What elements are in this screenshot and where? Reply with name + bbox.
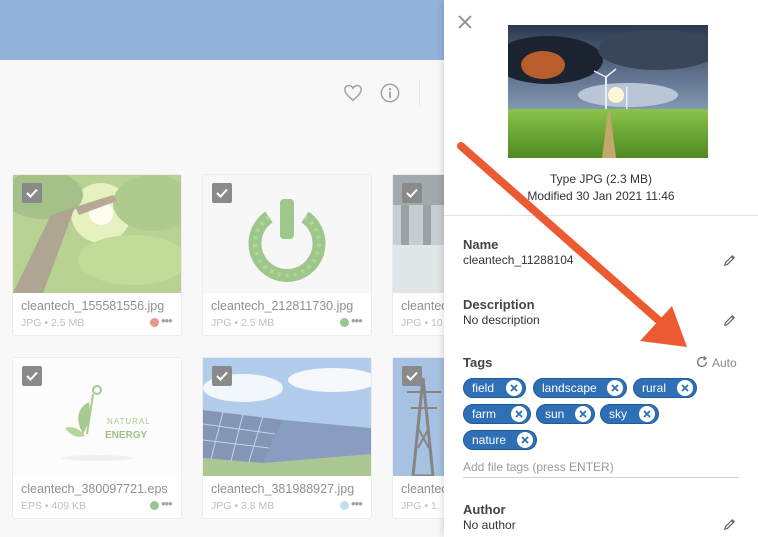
remove-tag-icon[interactable] <box>506 380 522 396</box>
remove-tag-icon[interactable] <box>639 406 655 422</box>
tag-label: sky <box>609 407 627 421</box>
name-value: cleantech_11288104 <box>463 253 574 267</box>
tag-chip: sun <box>536 404 595 424</box>
tag-label: rural <box>642 381 667 395</box>
remove-tag-icon[interactable] <box>677 380 693 396</box>
auto-label: Auto <box>712 356 737 370</box>
remove-tag-icon[interactable] <box>607 380 623 396</box>
section-divider <box>444 215 758 216</box>
remove-tag-icon[interactable] <box>511 406 527 422</box>
tag-chip: rural <box>633 378 697 398</box>
tag-label: field <box>472 381 495 395</box>
remove-tag-icon[interactable] <box>575 406 591 422</box>
author-label: Author <box>463 502 506 517</box>
tag-label: sun <box>545 407 565 421</box>
close-icon[interactable] <box>455 12 475 32</box>
tag-label: landscape <box>542 381 597 395</box>
tag-label: nature <box>472 433 507 447</box>
edit-author-pencil-icon[interactable] <box>722 517 737 532</box>
tag-label: farm <box>472 407 496 421</box>
refresh-icon <box>696 355 708 368</box>
tag-chip: landscape <box>533 378 627 398</box>
file-details-panel: Type JPG (2.3 MB) Modified 30 Jan 2021 1… <box>444 0 758 537</box>
modal-backdrop[interactable] <box>0 0 444 537</box>
file-modified-date: Modified 30 Jan 2021 11:46 <box>527 189 675 203</box>
tag-chip: sky <box>600 404 659 424</box>
name-label: Name <box>463 237 499 252</box>
tag-chip: field <box>463 378 526 398</box>
tags-label: Tags <box>463 355 493 370</box>
tag-chip: farm <box>463 404 531 424</box>
remove-tag-icon[interactable] <box>517 432 533 448</box>
author-value: No author <box>463 518 516 532</box>
description-label: Description <box>463 297 535 312</box>
edit-description-pencil-icon[interactable] <box>722 313 737 328</box>
tag-chip: nature <box>463 430 537 450</box>
description-value: No description <box>463 313 540 327</box>
auto-tag-button[interactable]: Auto <box>695 355 737 370</box>
edit-name-pencil-icon[interactable] <box>722 253 737 268</box>
file-preview-image <box>508 25 708 158</box>
file-type: Type JPG (2.3 MB) <box>549 172 653 186</box>
tag-input[interactable] <box>463 456 739 478</box>
